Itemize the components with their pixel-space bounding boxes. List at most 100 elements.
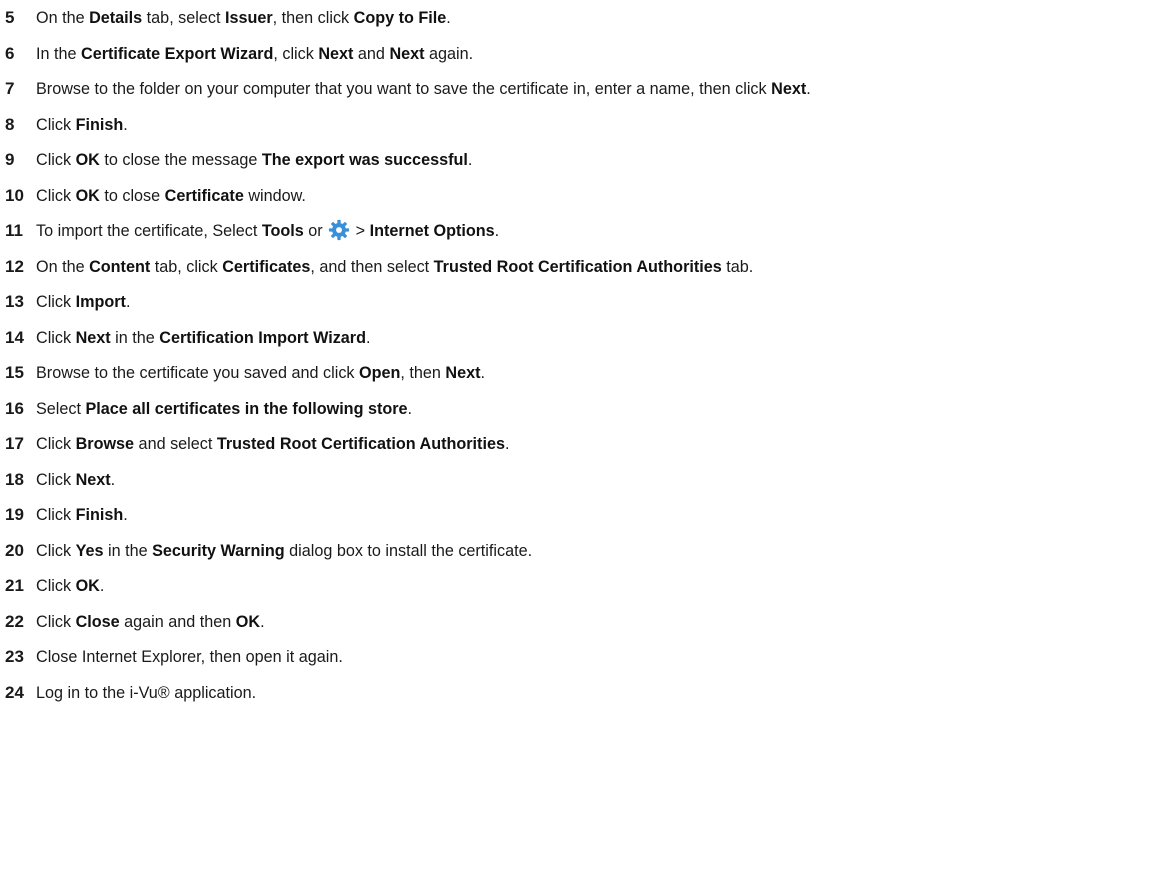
- ui-term: OK: [75, 187, 100, 205]
- step-text-segment: Click: [36, 329, 76, 347]
- step-text-segment: .: [446, 9, 451, 27]
- step-text-segment: .: [407, 400, 413, 418]
- step-item: 10 Click OK to close Certificate window.: [0, 182, 1160, 210]
- step-item: 17 Click Browse and select Trusted Root C…: [0, 430, 1160, 458]
- ui-term: Copy to File: [353, 9, 447, 27]
- step-text-segment: .: [806, 80, 811, 98]
- step-text-segment: >: [351, 222, 370, 240]
- step-item: 5 On the Details tab, select Issuer, then…: [0, 4, 1160, 32]
- step-text-segment: Click: [36, 471, 76, 489]
- ui-term: Import: [75, 293, 126, 311]
- step-text-segment: , then click: [272, 9, 354, 27]
- step-number: 20: [5, 541, 24, 560]
- step-text-segment: Browse to the certificate you saved and …: [36, 364, 360, 382]
- ui-term: Certificate Export Wizard: [81, 45, 274, 63]
- step-number: 23: [5, 647, 24, 666]
- step-text-segment: in the: [103, 542, 153, 560]
- ui-term: The export was successful: [261, 151, 468, 169]
- step-item: 23 Close Internet Explorer, then open it …: [0, 643, 1160, 671]
- step-text-segment: tab.: [721, 258, 754, 276]
- step-text-segment: and: [353, 45, 390, 63]
- step-number: 22: [5, 612, 24, 631]
- step-number: 21: [5, 576, 24, 595]
- step-number: 9: [5, 150, 15, 169]
- step-text-segment: and select: [134, 435, 217, 453]
- step-number: 15: [5, 363, 24, 382]
- step-text-segment: Select: [36, 400, 86, 418]
- step-number: 16: [5, 399, 24, 418]
- step-text-segment: Click: [36, 151, 76, 169]
- ui-term: Next: [445, 364, 481, 382]
- step-text: Click Browse and select Trusted Root Cer…: [36, 430, 509, 458]
- ui-term: Finish: [75, 506, 124, 524]
- step-text-segment: .: [125, 293, 131, 311]
- ui-term: Certification Import Wizard: [159, 329, 366, 347]
- step-text: On the Content tab, click Certificates, …: [36, 253, 753, 281]
- ui-term: OK: [75, 577, 100, 595]
- ui-term: Place all certificates in the following …: [85, 400, 408, 418]
- step-text-segment: .: [366, 329, 371, 347]
- step-text-segment: or: [303, 222, 328, 240]
- step-number: 14: [5, 328, 24, 347]
- step-number: 13: [5, 292, 24, 311]
- step-text: Click Close again and then OK.: [36, 608, 265, 636]
- step-text-segment: .: [494, 222, 500, 240]
- step-text-segment: again.: [424, 45, 474, 63]
- step-text-segment: In the: [36, 45, 81, 63]
- step-text-segment: in the: [110, 329, 160, 347]
- step-text-segment: Click: [36, 116, 76, 134]
- step-text: Select Place all certificates in the fol…: [36, 395, 412, 423]
- step-text-segment: On the: [36, 9, 90, 27]
- step-item: 24 Log in to the i-Vu® application.: [0, 679, 1160, 707]
- ui-term: Certificates: [222, 258, 311, 276]
- step-text: Click Finish.: [36, 111, 128, 139]
- step-item: 6 In the Certificate Export Wizard, click…: [0, 40, 1160, 68]
- step-text: Click OK.: [36, 572, 104, 600]
- step-text-segment: Browse to the folder on your computer th…: [36, 80, 772, 98]
- step-item: 7 Browse to the folder on your computer t…: [0, 75, 1160, 103]
- step-item: 13 Click Import.: [0, 288, 1160, 316]
- step-number: 12: [5, 257, 24, 276]
- step-item: 16 Select Place all certificates in the f…: [0, 395, 1160, 423]
- step-text-segment: Log in to the i-Vu® application.: [36, 684, 257, 702]
- step-item: 8 Click Finish.: [0, 111, 1160, 139]
- step-text-segment: To import the certificate, Select: [36, 222, 262, 240]
- ui-term: OK: [235, 613, 261, 631]
- ui-term: Trusted Root Certification Authorities: [433, 258, 722, 276]
- step-item: 12 On the Content tab, click Certificates…: [0, 253, 1160, 281]
- step-text-segment: Click: [36, 613, 76, 631]
- step-text-segment: to close the message: [99, 151, 262, 169]
- ui-term: Certificate: [164, 187, 244, 205]
- ui-term: Finish: [75, 116, 124, 134]
- instruction-steps: 5 On the Details tab, select Issuer, then…: [0, 0, 1160, 871]
- step-text: On the Details tab, select Issuer, then …: [36, 4, 451, 32]
- step-number: 10: [5, 186, 24, 205]
- step-text-segment: tab, click: [150, 258, 223, 276]
- ui-term: Next: [318, 45, 354, 63]
- step-text: In the Certificate Export Wizard, click …: [36, 40, 473, 68]
- step-text: Click Yes in the Security Warning dialog…: [36, 537, 532, 565]
- step-text-segment: .: [480, 364, 485, 382]
- step-text-segment: .: [123, 116, 128, 134]
- step-text-segment: to close: [99, 187, 165, 205]
- step-text: Log in to the i-Vu® application.: [36, 679, 256, 707]
- gear-icon: [329, 219, 350, 241]
- step-text-segment: tab, select: [142, 9, 225, 27]
- step-text: Click Finish.: [36, 501, 128, 529]
- step-text-segment: , and then select: [310, 258, 434, 276]
- step-text: Browse to the folder on your computer th…: [36, 75, 811, 103]
- step-item: 9 Click OK to close the message The expor…: [0, 146, 1160, 174]
- ui-term: Tools: [261, 222, 304, 240]
- ui-term: Details: [89, 9, 143, 27]
- step-text-segment: .: [123, 506, 128, 524]
- step-item: 11 To import the certificate, Select Tool…: [0, 217, 1160, 245]
- step-item: 18 Click Next.: [0, 466, 1160, 494]
- step-number: 19: [5, 505, 24, 524]
- step-text-segment: .: [99, 577, 105, 595]
- ui-term: Open: [359, 364, 401, 382]
- step-text-segment: Close Internet Explorer, then open it ag…: [36, 648, 343, 666]
- step-text-segment: Click: [36, 293, 76, 311]
- ui-term: Close: [75, 613, 120, 631]
- ui-term: Next: [75, 329, 111, 347]
- step-number: 6: [5, 44, 15, 63]
